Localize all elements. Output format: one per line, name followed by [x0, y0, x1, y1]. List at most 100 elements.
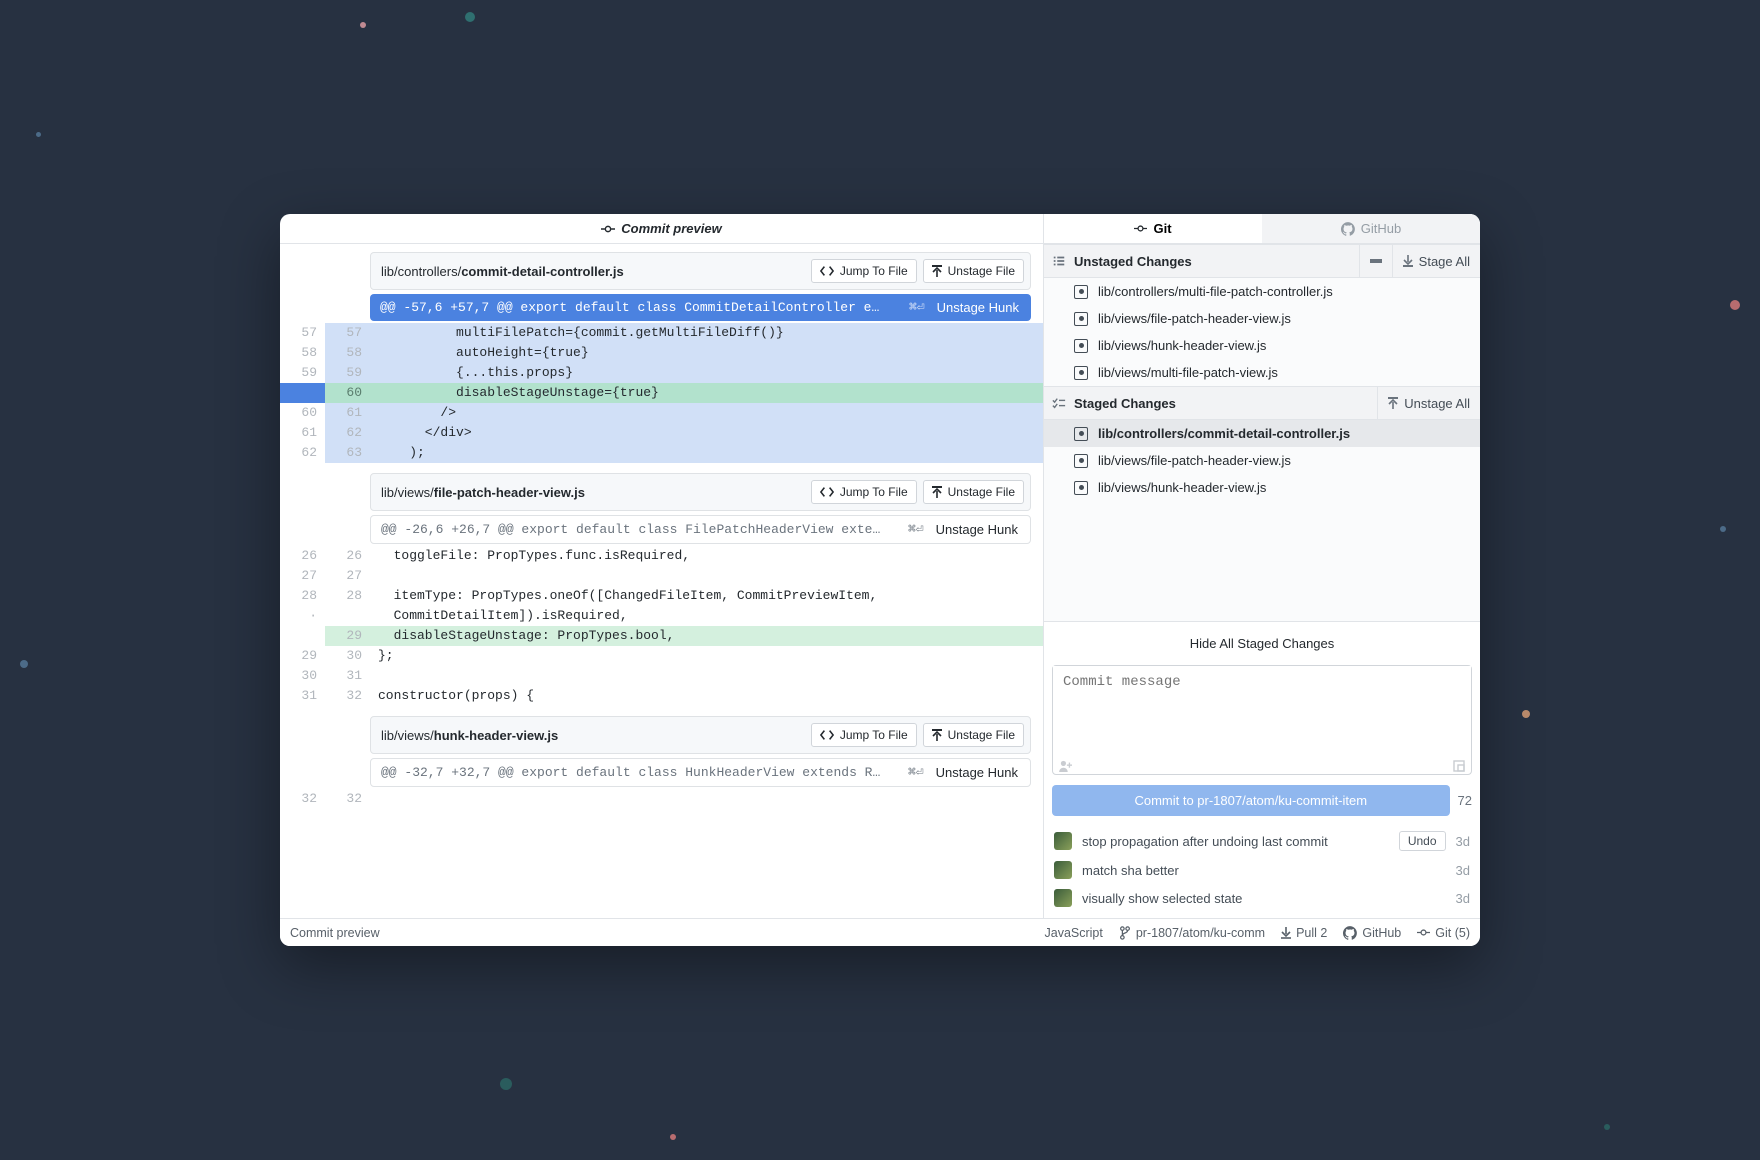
code-row[interactable]: 60 disableStageUnstage={true} — [280, 383, 1043, 403]
status-github[interactable]: GitHub — [1343, 926, 1401, 940]
file-item[interactable]: lib/views/hunk-header-view.js — [1044, 332, 1480, 359]
code-text: constructor(props) { — [370, 686, 1043, 706]
code-row[interactable]: 3031 — [280, 666, 1043, 686]
modified-icon — [1074, 285, 1088, 299]
avatar — [1054, 832, 1072, 850]
code-row[interactable]: 2626 toggleFile: PropTypes.func.isRequir… — [280, 546, 1043, 566]
expand-icon[interactable] — [1453, 760, 1465, 772]
code-text: autoHeight={true} — [370, 343, 1043, 363]
code-row[interactable]: 3132constructor(props) { — [280, 686, 1043, 706]
code-row[interactable]: 5959 {...this.props} — [280, 363, 1043, 383]
recent-commit-row[interactable]: match sha better3d — [1052, 856, 1472, 884]
status-pull[interactable]: Pull 2 — [1281, 926, 1327, 940]
jump-to-file-button[interactable]: Jump To File — [811, 259, 917, 283]
file-item[interactable]: lib/controllers/commit-detail-controller… — [1044, 420, 1480, 447]
code-row[interactable]: 3232 — [280, 789, 1043, 809]
file-item-label: lib/views/hunk-header-view.js — [1098, 338, 1266, 353]
code-text: disableStageUnstage: PropTypes.bool, — [370, 626, 1043, 646]
git-panel: Git GitHub Unstaged Changes Stage All — [1044, 214, 1480, 918]
code-row[interactable]: 6061 /> — [280, 403, 1043, 423]
code-lines: 5757 multiFilePatch={commit.getMultiFile… — [280, 321, 1043, 463]
code-text: {...this.props} — [370, 363, 1043, 383]
gutter-old: 29 — [280, 646, 325, 666]
file-block: lib/views/file-patch-header-view.jsJump … — [280, 473, 1043, 706]
status-pull-label: Pull 2 — [1296, 926, 1327, 940]
stage-all-button[interactable]: Stage All — [1392, 245, 1480, 277]
hunk-header[interactable]: @@ -57,6 +57,7 @@ export default class C… — [370, 294, 1031, 321]
recent-commit-row[interactable]: stop propagation after undoing last comm… — [1052, 826, 1472, 856]
hunk-header[interactable]: @@ -32,7 +32,7 @@ export default class H… — [370, 758, 1031, 787]
hunk-text: @@ -26,6 +26,7 @@ export default class F… — [371, 516, 896, 543]
up-arrow-icon — [932, 486, 942, 498]
file-item[interactable]: lib/views/multi-file-patch-view.js — [1044, 359, 1480, 386]
code-row[interactable]: 2930}; — [280, 646, 1043, 666]
commit-icon — [1134, 222, 1147, 235]
unstage-hunk-button[interactable]: Unstage Hunk — [937, 300, 1019, 315]
tab-git[interactable]: Git — [1044, 214, 1262, 243]
code-text — [370, 666, 1043, 686]
undo-button[interactable]: Undo — [1399, 831, 1446, 851]
github-icon — [1341, 222, 1355, 236]
tab-git-label: Git — [1153, 221, 1171, 236]
unstage-file-button[interactable]: Unstage File — [923, 259, 1024, 283]
gutter-new: 58 — [325, 343, 370, 363]
list-icon — [1044, 254, 1074, 268]
file-item[interactable]: lib/controllers/multi-file-patch-control… — [1044, 278, 1480, 305]
code-row[interactable]: 29 disableStageUnstage: PropTypes.bool, — [280, 626, 1043, 646]
file-block: lib/views/hunk-header-view.jsJump To Fil… — [280, 716, 1043, 809]
recent-commit-age: 3d — [1456, 863, 1470, 878]
unstage-file-button[interactable]: Unstage File — [923, 480, 1024, 504]
collapse-button[interactable] — [1359, 245, 1392, 277]
hunk-header[interactable]: @@ -26,6 +26,7 @@ export default class F… — [370, 515, 1031, 544]
commit-button[interactable]: Commit to pr-1807/atom/ku-commit-item — [1052, 785, 1450, 816]
code-row[interactable]: 5757 multiFilePatch={commit.getMultiFile… — [280, 323, 1043, 343]
unstage-all-button[interactable]: Unstage All — [1377, 387, 1480, 419]
code-row[interactable]: · CommitDetailItem]).isRequired, — [280, 606, 1043, 626]
file-item[interactable]: lib/views/hunk-header-view.js — [1044, 474, 1480, 501]
status-branch[interactable]: pr-1807/atom/ku-comm — [1119, 926, 1265, 940]
code-row[interactable]: 6162 </div> — [280, 423, 1043, 443]
code-row[interactable]: 2828 itemType: PropTypes.oneOf([ChangedF… — [280, 586, 1043, 606]
stage-all-label: Stage All — [1419, 254, 1470, 269]
code-icon — [820, 486, 834, 498]
tab-github[interactable]: GitHub — [1262, 214, 1480, 243]
modified-icon — [1074, 366, 1088, 380]
status-bar: Commit preview JavaScript pr-1807/atom/k… — [280, 918, 1480, 946]
file-item-label: lib/views/file-patch-header-view.js — [1098, 311, 1291, 326]
gutter-new: 59 — [325, 363, 370, 383]
unstage-hunk-button[interactable]: Unstage Hunk — [936, 522, 1018, 537]
diff-title: Commit preview — [621, 221, 721, 236]
code-row[interactable]: 2727 — [280, 566, 1043, 586]
unstage-file-button[interactable]: Unstage File — [923, 723, 1024, 747]
diff-body[interactable]: lib/controllers/commit-detail-controller… — [280, 244, 1043, 918]
code-text: multiFilePatch={commit.getMultiFileDiff(… — [370, 323, 1043, 343]
gutter-new — [325, 606, 370, 626]
code-row[interactable]: 6263 ); — [280, 443, 1043, 463]
unstage-hunk-button[interactable]: Unstage Hunk — [936, 765, 1018, 780]
code-row[interactable]: 5858 autoHeight={true} — [280, 343, 1043, 363]
hunk-actions: ⌘⏎Unstage Hunk — [896, 765, 1030, 780]
panel-tabs: Git GitHub — [1044, 214, 1480, 244]
status-git[interactable]: Git (5) — [1417, 926, 1470, 940]
recent-commit-row[interactable]: visually show selected state3d — [1052, 884, 1472, 912]
coauthor-icon[interactable] — [1059, 760, 1073, 772]
status-language[interactable]: JavaScript — [1045, 926, 1103, 940]
commit-message-input[interactable] — [1053, 666, 1471, 758]
code-text: itemType: PropTypes.oneOf([ChangedFileIt… — [370, 586, 1043, 606]
modified-icon — [1074, 481, 1088, 495]
file-item[interactable]: lib/views/file-patch-header-view.js — [1044, 447, 1480, 474]
code-lines: 2626 toggleFile: PropTypes.func.isRequir… — [280, 544, 1043, 706]
gutter-old: 60 — [280, 403, 325, 423]
hide-staged-button[interactable]: Hide All Staged Changes — [1052, 630, 1472, 657]
file-item-label: lib/controllers/commit-detail-controller… — [1098, 426, 1350, 441]
file-item-label: lib/controllers/multi-file-patch-control… — [1098, 284, 1333, 299]
jump-to-file-button[interactable]: Jump To File — [811, 723, 917, 747]
diff-pane-header: Commit preview — [280, 214, 1043, 244]
recent-commit-message: stop propagation after undoing last comm… — [1082, 834, 1389, 849]
gutter-new: 27 — [325, 566, 370, 586]
gutter-new: 57 — [325, 323, 370, 343]
jump-to-file-button[interactable]: Jump To File — [811, 480, 917, 504]
hunk-actions: ⌘⏎Unstage Hunk — [896, 522, 1030, 537]
file-item[interactable]: lib/views/file-patch-header-view.js — [1044, 305, 1480, 332]
gutter-old: 61 — [280, 423, 325, 443]
